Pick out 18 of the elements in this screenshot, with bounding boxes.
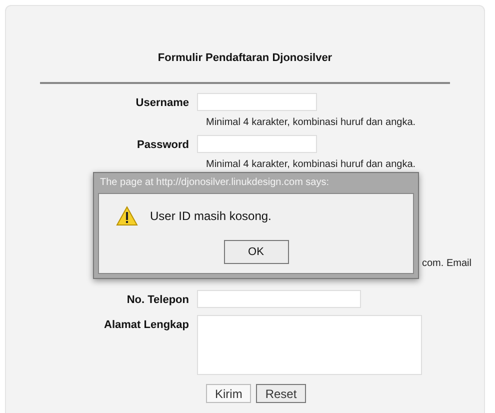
address-field[interactable]	[197, 314, 422, 374]
field-label: No. Telepon	[126, 292, 190, 308]
field-label: Username	[134, 96, 190, 110]
submit-button[interactable]: Kirim	[206, 384, 252, 402]
hint-text: Minimal 4 karakter, kombinasi huruf dan angka.	[205, 116, 417, 128]
hint-text: com. Email	[422, 256, 472, 270]
field-label: Password	[136, 138, 190, 152]
dialog-title: The page at http://djonosilver.linukdesign.com says:	[99, 176, 330, 190]
warning-icon	[116, 206, 138, 226]
field-label: Alamat Lengkap	[103, 318, 190, 332]
dialog-message: User ID masih kosong.	[150, 208, 272, 225]
input-field[interactable]	[197, 290, 361, 308]
reset-button[interactable]: Reset	[256, 384, 306, 402]
form-title: Formulir Pendaftaran Djonosilver	[158, 51, 332, 66]
ok-button[interactable]: OK	[224, 240, 288, 264]
input-field[interactable]	[197, 134, 317, 152]
hint-text: Minimal 4 karakter, kombinasi huruf dan angka.	[205, 158, 417, 170]
input-field[interactable]	[197, 92, 317, 110]
